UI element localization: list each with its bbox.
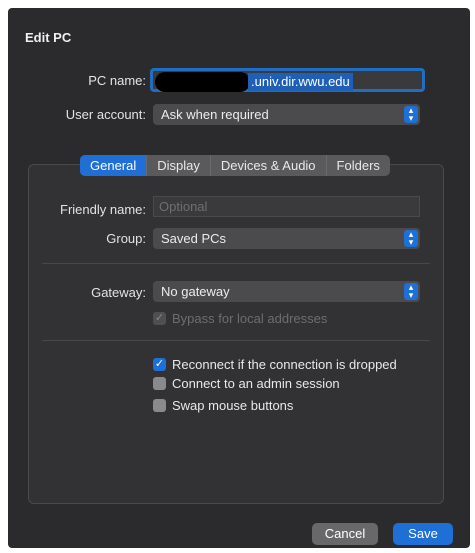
chevron-updown-icon: ▴ ▾	[404, 106, 418, 123]
cancel-button[interactable]: Cancel	[312, 523, 378, 545]
tab-display[interactable]: Display	[147, 155, 211, 176]
chevron-updown-icon: ▴ ▾	[404, 283, 418, 300]
pc-name-label: PC name:	[88, 73, 146, 88]
gateway-value: No gateway	[161, 284, 230, 299]
tab-bar: General Display Devices & Audio Folders	[80, 155, 390, 176]
chevron-updown-icon: ▴ ▾	[404, 230, 418, 247]
friendly-name-label: Friendly name:	[60, 202, 146, 217]
gateway-label: Gateway:	[91, 285, 146, 300]
checkbox-icon	[153, 377, 166, 390]
group-label: Group:	[106, 231, 146, 246]
reconnect-label: Reconnect if the connection is dropped	[172, 357, 397, 372]
friendly-name-placeholder: Optional	[159, 199, 208, 214]
divider	[42, 263, 430, 264]
redacted-hostname	[155, 72, 250, 92]
admin-session-checkbox[interactable]: Connect to an admin session	[153, 376, 340, 391]
swap-mouse-checkbox[interactable]: Swap mouse buttons	[153, 398, 293, 413]
checkmark-icon: ✓	[153, 358, 166, 371]
pc-name-field[interactable]: .univ.dir.wwu.edu	[150, 68, 425, 92]
group-select[interactable]: Saved PCs ▴ ▾	[153, 228, 420, 249]
swap-mouse-label: Swap mouse buttons	[172, 398, 294, 413]
friendly-name-field[interactable]: Optional	[153, 196, 420, 217]
reconnect-checkbox[interactable]: ✓ Reconnect if the connection is dropped	[153, 357, 397, 372]
divider	[42, 340, 430, 341]
checkbox-icon	[153, 399, 166, 412]
bypass-local-label: Bypass for local addresses	[172, 311, 328, 326]
tab-general[interactable]: General	[80, 155, 148, 176]
group-value: Saved PCs	[161, 231, 227, 246]
edit-pc-dialog: Edit PC PC name: .univ.dir.wwu.edu User …	[8, 8, 470, 548]
user-account-label: User account:	[65, 107, 146, 122]
save-button[interactable]: Save	[393, 523, 453, 545]
user-account-select[interactable]: Ask when required ▴ ▾	[153, 104, 420, 125]
user-account-value: Ask when required	[161, 107, 269, 122]
pc-name-value: .univ.dir.wwu.edu	[248, 73, 353, 91]
admin-session-label: Connect to an admin session	[172, 376, 340, 391]
tab-devices-audio[interactable]: Devices & Audio	[211, 155, 327, 176]
dialog-title: Edit PC	[25, 30, 72, 45]
gateway-select[interactable]: No gateway ▴ ▾	[153, 281, 420, 302]
checkmark-icon: ✓	[153, 312, 166, 325]
bypass-local-checkbox[interactable]: ✓ Bypass for local addresses	[153, 311, 327, 326]
tab-folders[interactable]: Folders	[327, 155, 390, 176]
